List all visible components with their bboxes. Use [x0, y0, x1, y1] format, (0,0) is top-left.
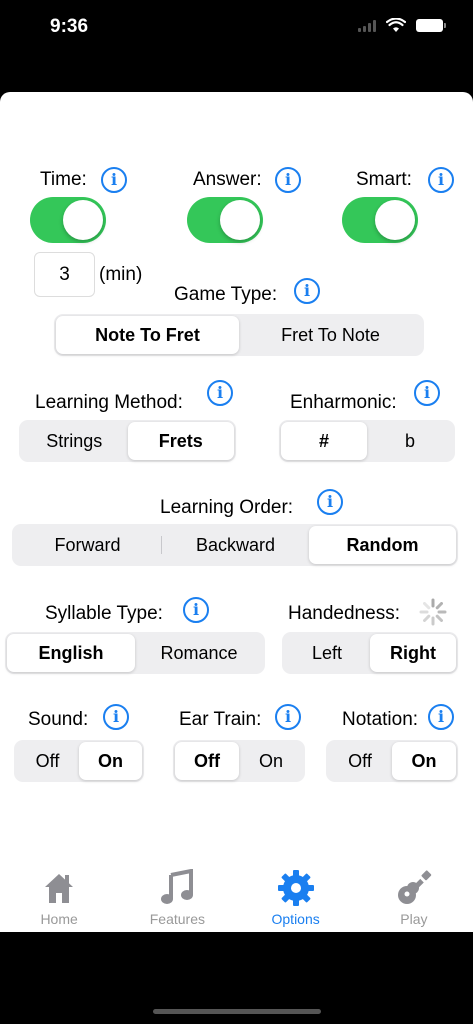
answer-toggle[interactable]: [187, 197, 263, 243]
tab-play-label: Play: [400, 911, 428, 927]
enharmonic-option-sharp[interactable]: #: [281, 422, 367, 460]
notation-label: Notation:: [342, 709, 419, 730]
tab-features[interactable]: Features: [118, 855, 236, 932]
learning-method-option-frets[interactable]: Frets: [127, 422, 234, 460]
handedness-label: Handedness:: [288, 603, 400, 624]
game-type-label: Game Type:: [174, 284, 278, 305]
answer-info-icon[interactable]: i: [275, 167, 301, 193]
time-minutes-input[interactable]: 3: [34, 252, 95, 297]
learning-method-label: Learning Method:: [35, 392, 183, 413]
game-type-segmented-control: Note To Fret Fret To Note: [54, 314, 424, 356]
syllable-type-option-romance[interactable]: Romance: [135, 634, 263, 672]
notation-option-on[interactable]: On: [392, 742, 456, 780]
time-info-icon[interactable]: i: [101, 167, 127, 193]
smart-info-icon[interactable]: i: [428, 167, 454, 193]
time-unit-label: (min): [99, 264, 143, 285]
status-bar: 9:36: [0, 0, 473, 54]
enharmonic-option-flat[interactable]: b: [367, 422, 453, 460]
status-time: 9:36: [50, 16, 89, 37]
syllable-type-option-english[interactable]: English: [7, 634, 135, 672]
syllable-type-segmented-control: English Romance: [5, 632, 265, 674]
learning-order-segmented-control: Forward Backward Random: [12, 524, 458, 566]
learning-method-info-icon[interactable]: i: [207, 380, 233, 406]
syllable-type-label: Syllable Type:: [45, 603, 163, 624]
ear-train-option-on[interactable]: On: [239, 742, 303, 780]
handedness-segmented-control: Left Right: [282, 632, 458, 674]
learning-order-info-icon[interactable]: i: [317, 489, 343, 515]
notation-info-icon[interactable]: i: [428, 704, 454, 730]
gear-icon: [277, 870, 314, 906]
ear-train-segmented-control: Off On: [173, 740, 305, 782]
syllable-type-info-icon[interactable]: i: [183, 597, 209, 623]
battery-icon: [416, 19, 446, 32]
house-icon: [45, 874, 74, 903]
options-sheet: Time: i Answer: i Smart: i 3 (min) Game …: [0, 92, 473, 932]
smart-label: Smart:: [356, 169, 412, 190]
learning-order-option-backward[interactable]: Backward: [162, 526, 309, 564]
learning-method-segmented-control: Strings Frets: [19, 420, 236, 462]
game-type-option-fret-to-note[interactable]: Fret To Note: [239, 316, 422, 354]
tab-home-label: Home: [40, 911, 78, 927]
learning-order-option-forward[interactable]: Forward: [14, 526, 161, 564]
game-type-option-note-to-fret[interactable]: Note To Fret: [56, 316, 239, 354]
loading-spinner-icon: [419, 598, 447, 626]
music-note-icon: [161, 869, 194, 904]
handedness-option-right[interactable]: Right: [370, 634, 456, 672]
enharmonic-info-icon[interactable]: i: [414, 380, 440, 406]
enharmonic-segmented-control: # b: [279, 420, 455, 462]
cellular-signal-icon: [358, 19, 376, 32]
time-label: Time:: [40, 169, 87, 190]
status-icons: [358, 18, 446, 33]
handedness-option-left[interactable]: Left: [284, 634, 370, 672]
sound-option-off[interactable]: Off: [16, 742, 79, 780]
tab-options-label: Options: [271, 911, 320, 927]
sound-option-on[interactable]: On: [79, 742, 142, 780]
learning-order-label: Learning Order:: [160, 497, 294, 518]
notation-option-off[interactable]: Off: [328, 742, 392, 780]
sound-segmented-control: Off On: [14, 740, 144, 782]
home-indicator: [153, 1009, 321, 1014]
time-toggle[interactable]: [30, 197, 106, 243]
game-type-info-icon[interactable]: i: [294, 278, 320, 304]
guitar-icon: [397, 870, 432, 904]
wifi-icon: [386, 18, 406, 32]
ear-train-info-icon[interactable]: i: [275, 704, 301, 730]
notation-segmented-control: Off On: [326, 740, 458, 782]
ear-train-label: Ear Train:: [179, 709, 262, 730]
tab-play[interactable]: Play: [355, 855, 473, 932]
ear-train-option-off[interactable]: Off: [175, 742, 239, 780]
enharmonic-label: Enharmonic:: [290, 392, 397, 413]
tab-home[interactable]: Home: [0, 855, 118, 932]
smart-toggle[interactable]: [342, 197, 418, 243]
tab-options[interactable]: Options: [237, 855, 355, 932]
tab-bar: Home Features Options Play: [0, 855, 473, 932]
sound-label: Sound:: [28, 709, 89, 730]
answer-label: Answer:: [193, 169, 262, 190]
sound-info-icon[interactable]: i: [103, 704, 129, 730]
learning-order-option-random[interactable]: Random: [309, 526, 456, 564]
tab-features-label: Features: [149, 911, 205, 927]
learning-method-option-strings[interactable]: Strings: [21, 422, 128, 460]
